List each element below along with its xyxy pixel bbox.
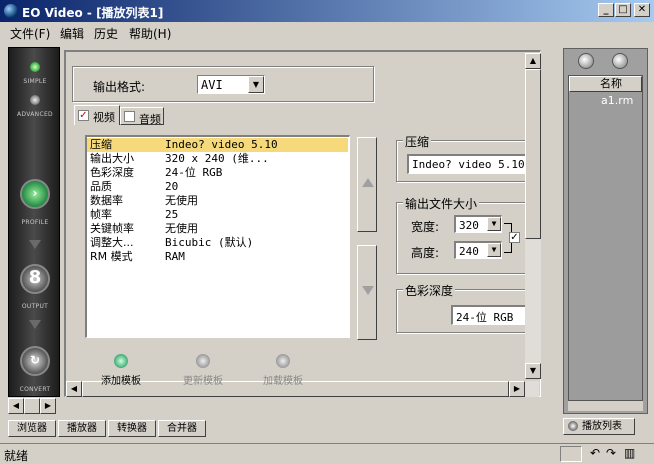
list-item[interactable]: 关键帧率 无使用	[87, 222, 348, 236]
height-field[interactable]: 240 ▼	[454, 241, 502, 259]
chevron-down-icon[interactable]: ▼	[248, 76, 264, 93]
format-label: 输出格式:	[93, 80, 146, 94]
list-item[interactable]: 品质 20	[87, 180, 348, 194]
tab-player[interactable]: 播放器	[58, 420, 106, 437]
tab-audio[interactable]: 音频	[120, 107, 164, 126]
playlist-tab[interactable]: 播放列表	[563, 418, 635, 435]
minimize-button[interactable]: _	[598, 3, 614, 17]
menu-history[interactable]: 历史	[94, 25, 118, 42]
playlist-scrollbar[interactable]	[568, 401, 643, 411]
keep-ratio-checkbox[interactable]: ✓	[509, 232, 520, 243]
scroll-up-button[interactable]: ▲	[525, 53, 541, 69]
close-button[interactable]: ✕	[634, 3, 650, 17]
gear-icon[interactable]	[612, 53, 628, 69]
compression-group: 压缩 Indeo? video 5.10	[396, 133, 536, 182]
scroll-right-button[interactable]: ▶	[509, 381, 525, 397]
scroll-left-button[interactable]: ◀	[66, 381, 82, 397]
playlist-icon	[568, 421, 578, 431]
playlist-column-header[interactable]: 名称	[569, 76, 642, 92]
output-label: OUTPUT	[21, 303, 49, 310]
list-item[interactable]: 压缩 Indeo? video 5.10	[87, 138, 348, 152]
scrollbar[interactable]: ▲ ▼	[525, 53, 541, 379]
playlist-panel: 名称 a1.rm	[563, 48, 648, 414]
update-icon	[196, 354, 210, 368]
list-item[interactable]: 色彩深度 24-位 RGB	[87, 166, 348, 180]
compression-field[interactable]: Indeo? video 5.10	[407, 154, 533, 174]
menu-bar: 文件(F) 编辑 历史 帮助(H)	[0, 22, 654, 42]
list-item[interactable]: 帧率 25	[87, 208, 348, 222]
height-label: 高度:	[411, 246, 440, 260]
tab-converter[interactable]: 转换器	[108, 420, 156, 437]
menu-help[interactable]: 帮助(H)	[129, 25, 171, 42]
scroll-right-button[interactable]: ▶	[40, 398, 56, 414]
output-size-title: 输出文件大小	[403, 195, 480, 212]
chevron-down-icon[interactable]: ▼	[487, 243, 501, 257]
playlist[interactable]: 名称 a1.rm	[568, 75, 643, 401]
arrow-down-icon	[29, 320, 41, 329]
load-template-button[interactable]: 加载模板	[248, 354, 318, 387]
convert-label: CONVERT	[19, 386, 51, 393]
compression-title: 压缩	[403, 133, 432, 150]
maximize-button[interactable]: □	[615, 3, 631, 17]
help-book-icon[interactable]: ▥	[624, 446, 635, 460]
nav-scrollbar[interactable]: ◀ ▶	[8, 398, 56, 414]
list-item[interactable]: 调整大... Bicubic (默认)	[87, 236, 348, 250]
profile-label: PROFILE	[21, 219, 49, 226]
format-group: 输出格式: AVI ▼	[72, 66, 374, 102]
color-depth-field[interactable]: 24-位 RGB	[451, 305, 535, 325]
tab-video[interactable]: ✓ 视频	[74, 105, 120, 125]
status-panel	[560, 446, 582, 462]
tab-merger[interactable]: 合并器	[158, 420, 206, 437]
tab-audio-label: 音频	[139, 113, 161, 126]
add-template-button[interactable]: 添加模板	[86, 354, 156, 387]
menu-edit[interactable]: 编辑	[60, 25, 84, 42]
advanced-mode-icon[interactable]	[30, 95, 40, 105]
property-list[interactable]: 压缩 Indeo? video 5.10 输出大小 320 x 240 (维... …	[85, 135, 350, 338]
color-depth-title: 色彩深度	[403, 282, 456, 299]
scroll-left-button[interactable]: ◀	[8, 398, 24, 414]
list-item[interactable]: RM 模式 RAM	[87, 250, 348, 264]
status-bar: 就绪 ↶ ↷ ▥	[0, 443, 654, 464]
format-value: AVI	[201, 78, 223, 92]
mode-nav: SIMPLE ADVANCED › PROFILE 8 OUTPUT ↻ CON…	[8, 47, 60, 397]
scroll-thumb[interactable]	[24, 398, 40, 414]
scroll-thumb[interactable]	[525, 69, 541, 239]
list-item[interactable]: 数据率 无使用	[87, 194, 348, 208]
move-down-button[interactable]	[357, 245, 377, 340]
tab-video-label: 视频	[93, 111, 115, 124]
settings-panel: 输出格式: AVI ▼ ✓ 视频 音频 压缩 Indeo? video 5.10 …	[64, 50, 541, 397]
tab-browser[interactable]: 浏览器	[8, 420, 56, 437]
chevron-down-icon[interactable]: ▼	[487, 217, 501, 231]
list-item[interactable]: a1.rm	[571, 94, 641, 108]
format-select[interactable]: AVI ▼	[197, 75, 265, 94]
move-up-button[interactable]	[357, 137, 377, 232]
status-text: 就绪	[4, 449, 29, 463]
output-button[interactable]: 8	[20, 264, 50, 294]
list-item[interactable]: 输出大小 320 x 240 (维...	[87, 152, 348, 166]
audio-checkbox[interactable]	[124, 111, 135, 122]
width-field[interactable]: 320 ▼	[454, 215, 502, 233]
convert-button[interactable]: ↻	[20, 346, 50, 376]
window-title: EO Video - [播放列表1]	[22, 6, 164, 20]
arrow-down-icon	[29, 240, 41, 249]
scroll-down-button[interactable]: ▼	[525, 363, 541, 379]
menu-file[interactable]: 文件(F)	[10, 25, 50, 42]
output-size-group: 输出文件大小 宽度: 320 ▼ 高度: 240 ▼ ✓	[396, 195, 536, 274]
app-icon	[4, 4, 18, 18]
title-bar: EO Video - [播放列表1] _ □ ✕	[0, 0, 654, 22]
video-checkbox[interactable]: ✓	[78, 110, 89, 121]
undo-icon[interactable]: ↶	[590, 446, 600, 460]
width-label: 宽度:	[411, 220, 440, 234]
simple-mode-label[interactable]: SIMPLE	[9, 78, 61, 85]
profile-button[interactable]: ›	[20, 179, 50, 209]
settings-icon[interactable]	[578, 53, 594, 69]
advanced-mode-label[interactable]: ADVANCED	[9, 111, 61, 118]
add-icon	[114, 354, 128, 368]
load-icon	[276, 354, 290, 368]
simple-mode-icon[interactable]	[30, 62, 40, 72]
color-depth-group: 色彩深度 24-位 RGB	[396, 282, 536, 333]
redo-icon[interactable]: ↷	[606, 446, 616, 460]
update-template-button[interactable]: 更新模板	[168, 354, 238, 387]
